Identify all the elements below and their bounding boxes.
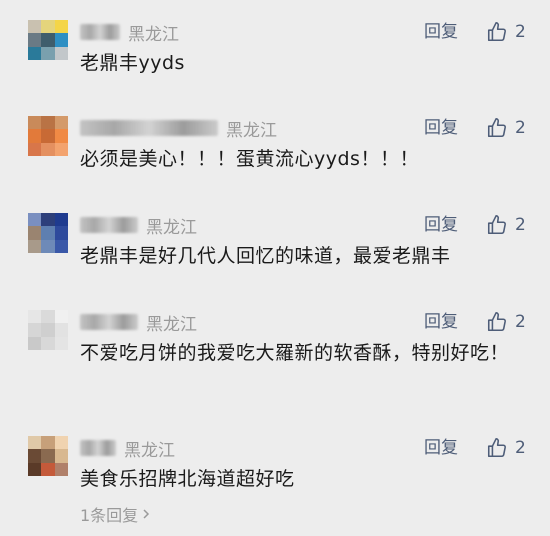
avatar-pixel xyxy=(28,116,42,130)
username-blurred xyxy=(80,314,138,330)
comment-text: 必须是美心！！！蛋黄流心yyds！！！ xyxy=(80,148,419,170)
like-button[interactable]: 2 xyxy=(486,436,526,460)
thumbs-up-icon xyxy=(487,118,506,138)
avatar-pixel xyxy=(28,46,42,60)
avatar-pixel xyxy=(54,46,68,60)
avatar-pixel xyxy=(41,142,55,156)
comment-meta: 黑龙江 xyxy=(80,436,175,461)
location-label: 黑龙江 xyxy=(124,440,175,461)
avatar-pixel xyxy=(28,20,42,34)
avatar[interactable] xyxy=(28,213,68,253)
thumbs-up-icon xyxy=(487,438,506,458)
avatar-pixel xyxy=(54,116,68,130)
comment-meta: 黑龙江 xyxy=(80,20,179,45)
comment-text: 老鼎丰yyds xyxy=(80,52,185,74)
chevron-right-icon xyxy=(143,509,150,519)
location-label: 黑龙江 xyxy=(146,217,197,238)
avatar-pixel xyxy=(41,226,55,240)
avatar-pixel xyxy=(28,213,42,227)
location-label: 黑龙江 xyxy=(226,120,277,141)
avatar-pixel xyxy=(28,129,42,143)
avatar-pixel xyxy=(41,129,55,143)
comment-text: 老鼎丰是好几代人回忆的味道，最爱老鼎丰 xyxy=(80,245,451,267)
like-button[interactable]: 2 xyxy=(486,20,526,44)
like-count: 2 xyxy=(515,118,526,138)
reply-button[interactable]: 回复 xyxy=(424,213,458,237)
avatar-pixel xyxy=(54,239,68,253)
avatar-pixel xyxy=(28,142,42,156)
like-count: 2 xyxy=(515,312,526,332)
avatar-pixel xyxy=(41,336,55,350)
avatar-pixel xyxy=(41,46,55,60)
avatar-pixel xyxy=(54,336,68,350)
avatar-pixel xyxy=(54,462,68,476)
like-button[interactable]: 2 xyxy=(486,213,526,237)
thumbs-up-icon xyxy=(487,22,506,42)
location-label: 黑龙江 xyxy=(128,24,179,45)
avatar-pixel xyxy=(41,449,55,463)
like-count: 2 xyxy=(515,438,526,458)
avatar-pixel xyxy=(41,323,55,337)
avatar[interactable] xyxy=(28,436,68,476)
avatar-pixel xyxy=(41,239,55,253)
avatar-pixel xyxy=(41,213,55,227)
comment-meta: 黑龙江 xyxy=(80,213,197,238)
like-button[interactable]: 2 xyxy=(486,310,526,334)
comment-list: 黑龙江 回复 2 老鼎丰yyds 黑龙江 回复 2 必须是美心！！！蛋黄流心yy… xyxy=(0,0,550,536)
reply-button[interactable]: 回复 xyxy=(424,20,458,44)
avatar-pixel xyxy=(28,226,42,240)
username-blurred xyxy=(80,217,138,233)
avatar-pixel xyxy=(28,33,42,47)
like-count: 2 xyxy=(515,22,526,42)
avatar[interactable] xyxy=(28,116,68,156)
comment-text: 美食乐招牌北海道超好吃 xyxy=(80,468,295,490)
thumbs-up-icon xyxy=(487,215,506,235)
avatar[interactable] xyxy=(28,20,68,60)
username-blurred xyxy=(80,24,120,40)
reply-button[interactable]: 回复 xyxy=(424,116,458,140)
avatar-pixel xyxy=(54,129,68,143)
comment-meta: 黑龙江 xyxy=(80,116,277,141)
avatar-pixel xyxy=(54,20,68,34)
username-blurred xyxy=(80,440,116,456)
more-replies-label: 1条回复 xyxy=(80,506,139,525)
like-button[interactable]: 2 xyxy=(486,116,526,140)
avatar-pixel xyxy=(54,310,68,324)
avatar-pixel xyxy=(41,436,55,450)
more-replies-link[interactable]: 1条回复 xyxy=(80,502,152,526)
thumbs-up-icon xyxy=(487,312,506,332)
comment-meta: 黑龙江 xyxy=(80,310,197,335)
avatar-pixel xyxy=(54,436,68,450)
avatar-pixel xyxy=(41,310,55,324)
like-count: 2 xyxy=(515,215,526,235)
avatar-pixel xyxy=(54,142,68,156)
avatar-pixel xyxy=(28,239,42,253)
avatar-pixel xyxy=(54,33,68,47)
avatar-pixel xyxy=(54,449,68,463)
reply-button[interactable]: 回复 xyxy=(424,436,458,460)
avatar-pixel xyxy=(28,436,42,450)
avatar-pixel xyxy=(28,462,42,476)
avatar-pixel xyxy=(28,449,42,463)
avatar-pixel xyxy=(28,310,42,324)
avatar-pixel xyxy=(54,213,68,227)
avatar-pixel xyxy=(41,20,55,34)
comment-text: 不爱吃月饼的我爱吃大羅新的软香酥，特别好吃！ xyxy=(80,342,510,364)
avatar-pixel xyxy=(41,116,55,130)
username-blurred xyxy=(80,120,218,136)
avatar-pixel xyxy=(54,323,68,337)
avatar-pixel xyxy=(28,323,42,337)
location-label: 黑龙江 xyxy=(146,314,197,335)
avatar-pixel xyxy=(41,462,55,476)
reply-button[interactable]: 回复 xyxy=(424,310,458,334)
avatar-pixel xyxy=(54,226,68,240)
avatar[interactable] xyxy=(28,310,68,350)
avatar-pixel xyxy=(28,336,42,350)
avatar-pixel xyxy=(41,33,55,47)
